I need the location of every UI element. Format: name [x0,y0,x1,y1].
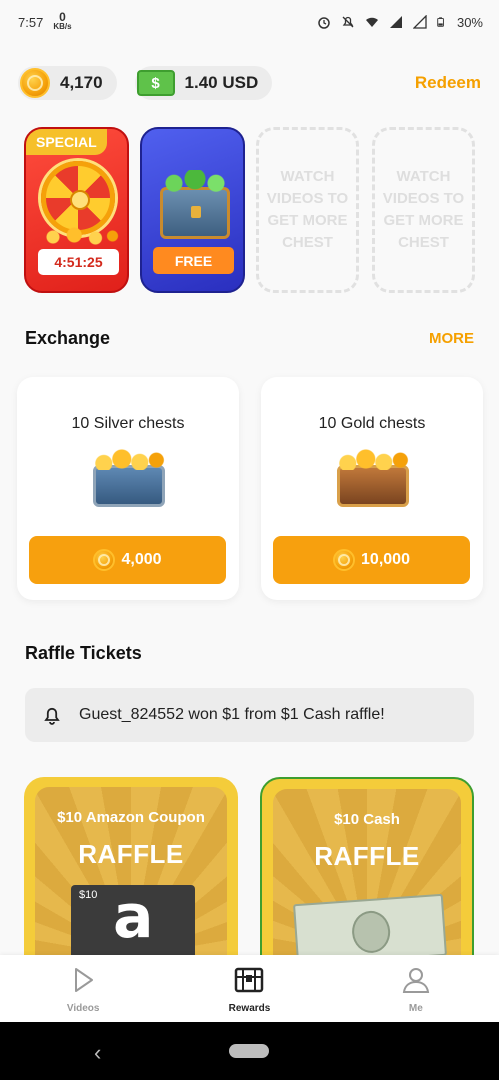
signal-2-icon [412,15,427,29]
nav-label: Rewards [228,1003,271,1014]
raffle-card-amazon[interactable]: $10 Amazon Coupon RAFFLE $10 a [24,777,238,957]
ten-dollar-bill-icon [293,893,447,955]
coin-icon [20,68,50,98]
special-wheel-card[interactable]: SPECIAL 4:51:25 [24,127,129,293]
battery-level: 30% [456,14,483,30]
net-speed: 0 KB/s [53,10,72,31]
raffle-card-inner: $10 Cash RAFFLE [273,789,461,955]
play-icon [75,968,94,992]
cash-balance-pill[interactable]: $ 1.40 USD [134,66,273,100]
coin-balance-pill[interactable]: 4,170 [18,66,117,100]
bell-icon [44,707,60,725]
amazon-gift-card-icon: $10 a [71,885,195,957]
raffle-card-inner: $10 Amazon Coupon RAFFLE $10 a [35,787,227,957]
raffle-label: RAFFLE [314,841,420,871]
cash-chest-icon [160,170,230,239]
empty-chest-slot[interactable]: WATCH VIDEOS TO GET MORE CHEST [256,127,359,293]
exchange-item-title: 10 Silver chests [71,415,185,432]
ticker-text: Guest_824552 won $1 from $1 Cash raffle! [79,706,385,723]
raffle-ticker: Guest_824552 won $1 from $1 Cash raffle! [25,688,474,742]
empty-chest-slot[interactable]: WATCH VIDEOS TO GET MORE CHEST [372,127,475,293]
battery-icon [437,17,444,27]
coin-icon [333,549,356,571]
exchange-price: 10,000 [361,551,410,568]
nav-rewards[interactable]: Rewards [166,955,332,1022]
raffle-title: Raffle Tickets [25,643,142,663]
silver-chest-icon [93,448,165,507]
bottom-nav: Videos Rewards Me [0,955,499,1022]
nav-label: Me [408,1003,423,1014]
exchange-buy-button[interactable]: 4,000 [29,536,226,584]
system-nav-bar: ‹ [0,1022,499,1080]
wifi-icon [365,17,378,27]
person-icon [402,968,429,993]
amazon-logo: a [113,882,154,952]
coin-icon [93,549,116,571]
chest-icon [235,967,264,993]
raffle-subtitle: $10 Amazon Coupon [57,809,205,826]
status-bar: 7:57 0 KB/s 30% [0,0,499,44]
status-icons: 30% [317,15,483,30]
lucky-wheel-icon [41,161,115,235]
exchange-title: Exchange [25,328,111,348]
special-tag: SPECIAL [26,129,107,155]
mute-icon [342,16,354,28]
back-chevron-icon[interactable]: ‹ [94,1040,101,1066]
dollar-bill-icon: $ [136,70,175,96]
exchange-price: 4,000 [121,551,162,568]
gift-card-amount: $10 [79,889,98,901]
redeem-link[interactable]: Redeem [415,73,481,93]
status-time: 7:57 [18,14,44,30]
free-chest-card[interactable]: FREE [140,127,245,293]
raffle-label: RAFFLE [78,839,184,869]
cash-balance: 1.40 USD [184,73,259,92]
coin-balance: 4,170 [60,73,103,92]
signal-icon [389,16,402,28]
net-speed-value: 0 [59,10,66,24]
home-pill[interactable] [229,1044,269,1058]
exchange-more-link[interactable]: MORE [429,330,474,347]
nav-label: Videos [66,1003,100,1014]
free-chest-button[interactable]: FREE [153,247,234,274]
exchange-item-title: 10 Gold chests [318,415,426,432]
exchange-card-silver[interactable]: 10 Silver chests 4,000 [17,377,239,600]
raffle-card-cash[interactable]: $10 Cash RAFFLE [260,777,474,957]
exchange-buy-button[interactable]: 10,000 [273,536,470,584]
chest-slots: SPECIAL 4:51:25 FREE WATCH VIDEOS TO GET… [24,127,479,295]
coins-pile-icon [36,227,121,247]
balance-row: 4,170 $ 1.40 USD Redeem [18,64,481,102]
alarm-icon [318,17,330,29]
nav-videos[interactable]: Videos [0,955,166,1022]
nav-me[interactable]: Me [333,955,499,1022]
net-speed-unit: KB/s [53,22,72,31]
special-timer: 4:51:25 [38,249,119,275]
exchange-card-gold[interactable]: 10 Gold chests 10,000 [261,377,483,600]
gold-chest-icon [337,448,409,507]
raffle-subtitle: $10 Cash [334,811,400,828]
